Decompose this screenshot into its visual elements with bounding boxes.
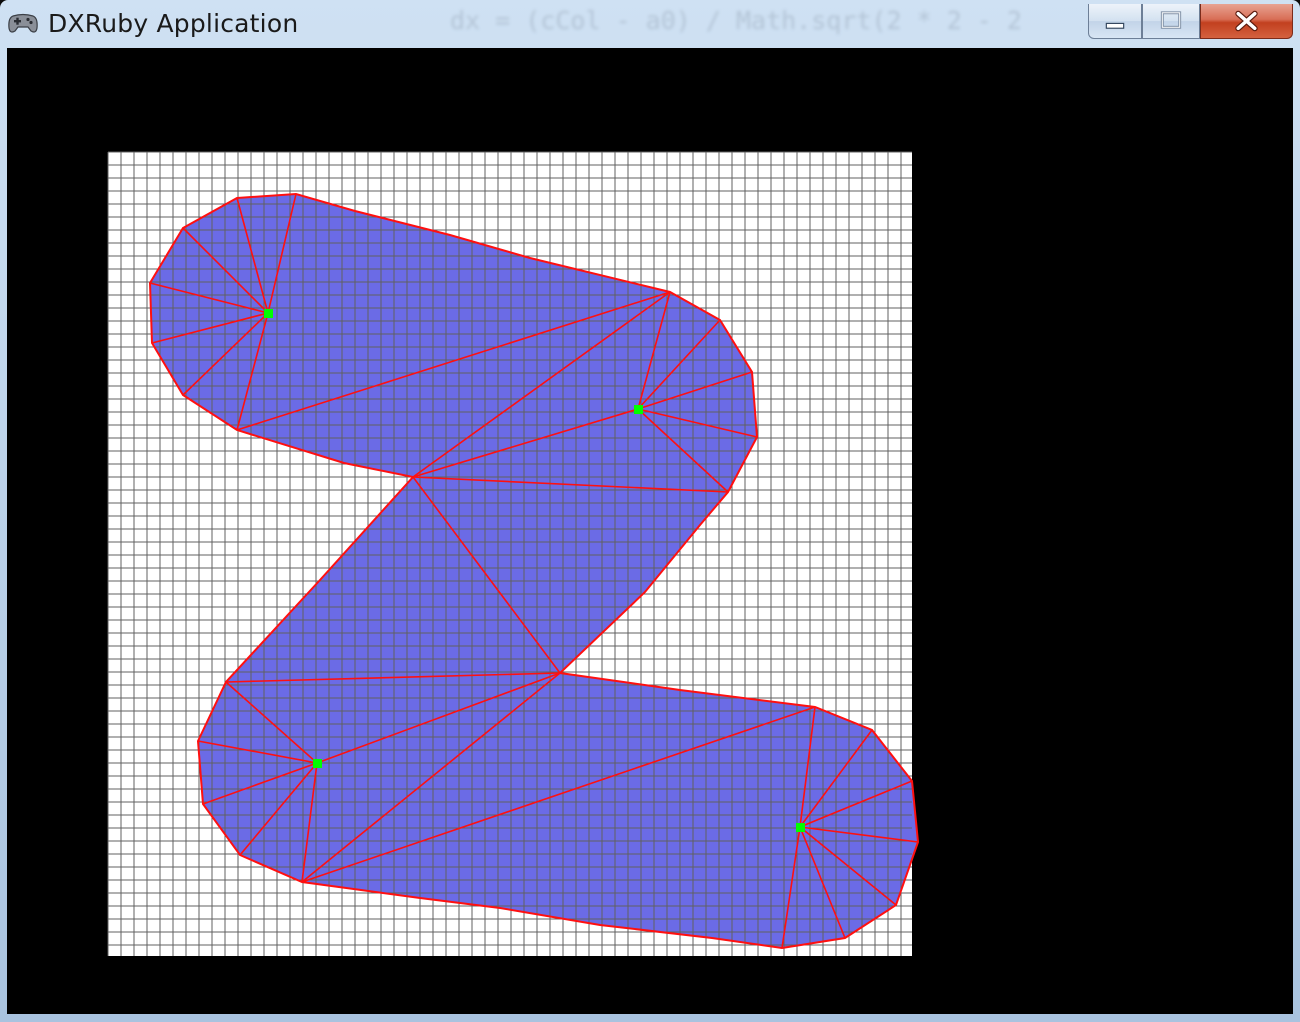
window-title: DXRuby Application [48, 9, 299, 38]
center-point [634, 405, 643, 414]
close-icon [1235, 10, 1258, 32]
background-window-text: dx = (cCol - a0) / Math.sqrt(2 * 2 - 2 [450, 6, 1022, 35]
title-bar[interactable]: DXRuby Application dx = (cCol - a0) / Ma… [0, 0, 1300, 48]
center-point [264, 309, 273, 318]
close-button[interactable] [1200, 4, 1293, 39]
triangulation-canvas [107, 151, 920, 956]
app-window: DXRuby Application dx = (cCol - a0) / Ma… [0, 0, 1300, 1022]
center-point [796, 823, 805, 832]
render-area[interactable] [7, 48, 1293, 1014]
maximize-button[interactable] [1142, 4, 1200, 39]
minimize-icon [1105, 22, 1125, 29]
center-point [313, 759, 322, 768]
gamepad-icon [8, 13, 38, 33]
minimize-button[interactable] [1088, 4, 1142, 39]
maximize-icon [1160, 11, 1182, 29]
